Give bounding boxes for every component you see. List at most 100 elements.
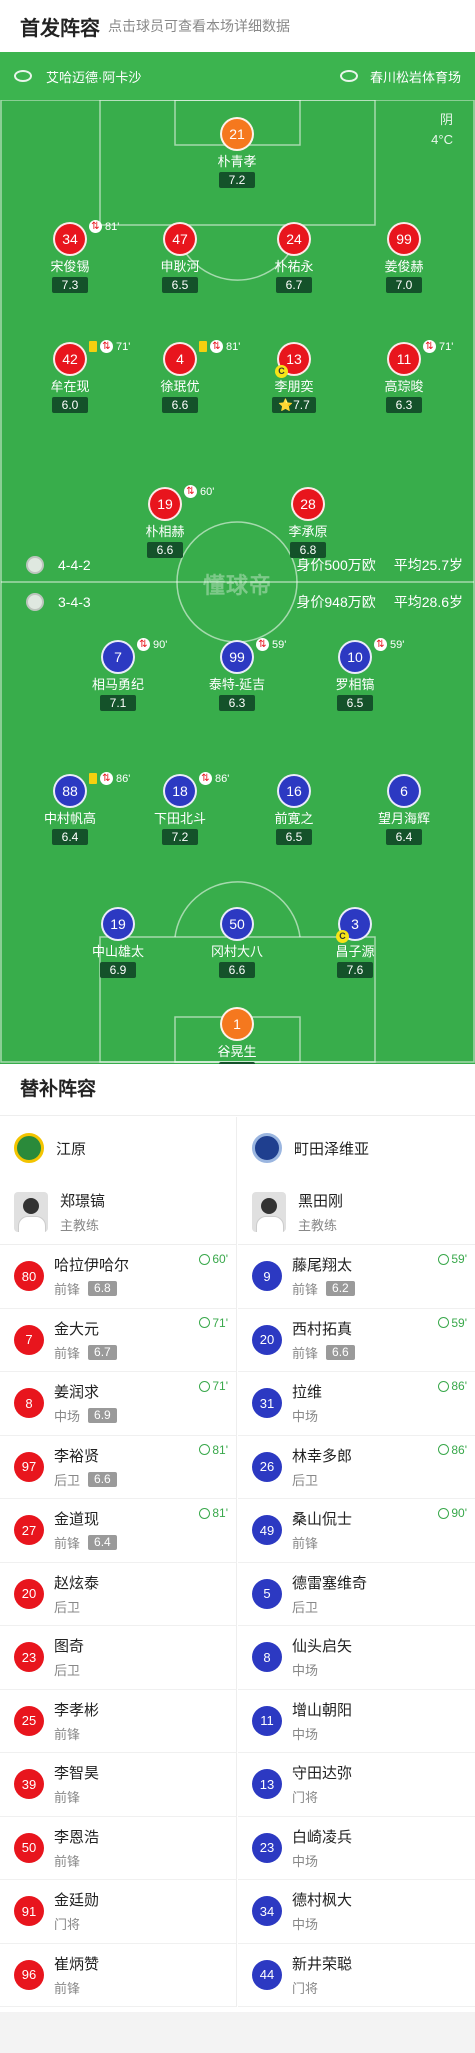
player-number: 34 bbox=[53, 222, 87, 256]
bench-player-row[interactable]: 80 哈拉伊哈尔 前锋 6.8 60' bbox=[0, 1245, 236, 1309]
player-rating: 6.6 bbox=[147, 542, 183, 558]
player-marker[interactable]: 13 C 李朋奕 ⭐7.7 bbox=[239, 342, 349, 414]
player-rating: 6.3 bbox=[219, 695, 255, 711]
bench-player-row[interactable]: 8 姜润求 中场 6.9 71' bbox=[0, 1372, 236, 1436]
bench-player-row[interactable]: 39 李智昊 前锋 bbox=[0, 1753, 236, 1817]
minute: 86' bbox=[451, 1379, 467, 1393]
player-marker[interactable]: 4 ⇅ 81' 徐珉优 6.6 bbox=[125, 340, 240, 414]
player-marker[interactable]: 42 ⇅ 71' 牟在现 6.0 bbox=[15, 340, 130, 414]
bench-player-row[interactable]: 26 林幸多郎 后卫 86' bbox=[238, 1436, 475, 1499]
bench-player-row[interactable]: 9 藤尾翔太 前锋 6.2 59' bbox=[238, 1245, 475, 1309]
player-name: 姜俊赫 bbox=[384, 259, 424, 274]
player-number: 42 bbox=[53, 342, 87, 376]
player-position: 中场 6.9 bbox=[54, 1406, 117, 1425]
player-name: 金大元 bbox=[54, 1320, 100, 1338]
player-number: 3C bbox=[336, 907, 372, 943]
player-marker[interactable]: 1谷晃生7.6 bbox=[182, 1007, 292, 1064]
home-bench-team[interactable]: 江原 bbox=[0, 1117, 236, 1179]
substitution-icon: ⇅ bbox=[100, 340, 113, 353]
player-marker[interactable]: 50 冈村大八 6.6 bbox=[182, 907, 292, 979]
bench-player-row[interactable]: 7 金大元 前锋 6.7 71' bbox=[0, 1309, 236, 1372]
player-name: 白崎凌兵 bbox=[292, 1828, 353, 1846]
player-rating: 6.5 bbox=[337, 695, 373, 711]
player-marker[interactable]: 28 李承原 6.8 bbox=[253, 487, 363, 559]
player-rating: 6.3 bbox=[386, 397, 422, 413]
position-label: 后卫 bbox=[292, 1599, 319, 1615]
bench-player-row[interactable]: 97 李裕贤 后卫 6.6 81' bbox=[0, 1436, 236, 1499]
player-marker[interactable]: 99 ⇅ 59' 泰特-延吉 6.3 bbox=[182, 638, 292, 712]
bench-player-row[interactable]: 25 李孝彬 前锋 bbox=[0, 1690, 236, 1753]
player-rating: 7.3 bbox=[52, 277, 88, 293]
bench-player-row[interactable]: 13 守田达弥 门将 bbox=[238, 1753, 475, 1817]
bench-player-row[interactable]: 23 白崎凌兵 中场 bbox=[238, 1817, 475, 1880]
player-marker[interactable]: 18 ⇅ 86' 下田北斗 7.2 bbox=[125, 772, 235, 846]
player-marker[interactable]: 7 ⇅ 90' 相马勇纪 7.1 bbox=[63, 638, 173, 712]
player-marker[interactable]: 19 中山雄太 6.9 bbox=[63, 907, 173, 979]
player-marker[interactable]: 16 前寛之 6.5 bbox=[239, 774, 349, 846]
player-name: 下田北斗 bbox=[153, 811, 206, 826]
player-marker[interactable]: 47 申耿河 6.5 bbox=[125, 222, 235, 294]
substitution-icon: ⇅ bbox=[184, 485, 197, 498]
bench-player-row[interactable]: 49 桑山侃士 前锋 90' bbox=[238, 1499, 475, 1563]
player-number: 99 bbox=[220, 640, 254, 674]
player-info: 金道现 前锋 6.4 bbox=[54, 1508, 117, 1552]
sub-in-icon bbox=[199, 1507, 211, 1519]
bench-player-row[interactable]: 96 崔炳赞 前锋 bbox=[0, 1944, 236, 2007]
player-marker[interactable]: 99 姜俊赫 7.0 bbox=[349, 222, 459, 294]
player-info: 图奇 后卫 bbox=[54, 1635, 84, 1679]
player-marker[interactable]: 88 ⇅ 86' 中村帆高 6.4 bbox=[15, 772, 130, 846]
player-events: ⇅ 81' bbox=[89, 220, 119, 233]
player-number: 7 bbox=[14, 1324, 44, 1355]
bench-player-row[interactable]: 44 新井荣聪 门将 bbox=[238, 1944, 475, 2007]
position-label: 前锋 bbox=[54, 1980, 81, 1996]
player-info: 李孝彬 前锋 bbox=[54, 1699, 99, 1743]
bench-player-row[interactable]: 91 金廷勋 门将 bbox=[0, 1880, 236, 1944]
bench-player-row[interactable]: 27 金道现 前锋 6.4 81' bbox=[0, 1499, 236, 1563]
bench-player-row[interactable]: 23 图奇 后卫 bbox=[0, 1626, 236, 1690]
player-rating: 6.7 bbox=[276, 277, 312, 293]
player-rating: 6.7 bbox=[88, 1344, 117, 1360]
position-label: 后卫 bbox=[54, 1599, 81, 1615]
player-number: 9 bbox=[252, 1261, 282, 1292]
weather: 阴 4°C bbox=[431, 110, 453, 150]
player-marker[interactable]: 34 ⇅ 81' 宋俊锡 7.3 bbox=[15, 220, 125, 294]
minute: 60' bbox=[212, 1252, 228, 1266]
minute: 86' bbox=[451, 1442, 467, 1457]
substitution-icon: ⇅ bbox=[89, 220, 102, 233]
match-info-bar: 艾哈迈德·阿卡沙 春川松岩体育场 bbox=[0, 52, 475, 100]
player-number: 97 bbox=[14, 1451, 44, 1482]
footer-spacer bbox=[0, 2012, 475, 2053]
bench-player-row[interactable]: 20 赵炫泰 后卫 bbox=[0, 1563, 236, 1626]
player-number: 8 bbox=[14, 1388, 44, 1419]
player-marker[interactable]: 19 ⇅ 60' 朴相赫 6.6 bbox=[110, 485, 220, 559]
away-bench-team[interactable]: 町田泽维亚 bbox=[238, 1117, 475, 1179]
player-position: 中场 bbox=[292, 1724, 352, 1743]
player-number: 99 bbox=[387, 222, 421, 256]
player-marker[interactable]: 24 朴祐永 6.7 bbox=[239, 222, 349, 294]
player-rating: 6.8 bbox=[88, 1281, 117, 1297]
player-marker[interactable]: 11 ⇅ 71' 高琮晙 6.3 bbox=[349, 340, 459, 414]
bench-player-row[interactable]: 8 仙头启矢 中场 bbox=[238, 1626, 475, 1690]
subs-title: 替补阵容 bbox=[0, 1064, 475, 1116]
substitution-icon: ⇅ bbox=[100, 772, 113, 785]
player-name: 相马勇纪 bbox=[91, 677, 144, 692]
player-marker[interactable]: 21 朴青孝 7.2 bbox=[182, 117, 292, 189]
player-position: 中场 bbox=[292, 1406, 322, 1425]
player-number: 6 bbox=[387, 774, 421, 808]
player-info: 拉维 中场 bbox=[292, 1381, 322, 1425]
minute: 90' bbox=[451, 1506, 467, 1520]
player-marker[interactable]: 3 C 昌子源 7.6 bbox=[300, 907, 410, 979]
player-name: 朴祐永 bbox=[274, 259, 314, 274]
bench-player-row[interactable]: 11 增山朝阳 中场 bbox=[238, 1690, 475, 1753]
bench-player-row[interactable]: 20 西村拓真 前锋 6.6 59' bbox=[238, 1309, 475, 1372]
bench-player-row[interactable]: 5 德雷塞维奇 后卫 bbox=[238, 1563, 475, 1626]
position-label: 前锋 bbox=[54, 1536, 81, 1552]
bench-player-row[interactable]: 34 德村枫大 中场 bbox=[238, 1880, 475, 1944]
minute: 71' bbox=[212, 1379, 228, 1393]
player-marker[interactable]: 6 望月海辉 6.4 bbox=[349, 774, 459, 846]
bench-player-row[interactable]: 50 李恩浩 前锋 bbox=[0, 1817, 236, 1880]
bench-player-row[interactable]: 31 拉维 中场 86' bbox=[238, 1372, 475, 1436]
home-bench: 江原 郑璟镐 主教练 80 哈拉伊哈尔 前锋 6.8 60' 7 金大元 前锋 6.7 71' 8 姜润… bbox=[0, 1117, 237, 2007]
player-marker[interactable]: 10 ⇅ 59' 罗相镐 6.5 bbox=[300, 638, 410, 712]
player-name: 朴相赫 bbox=[145, 524, 185, 539]
